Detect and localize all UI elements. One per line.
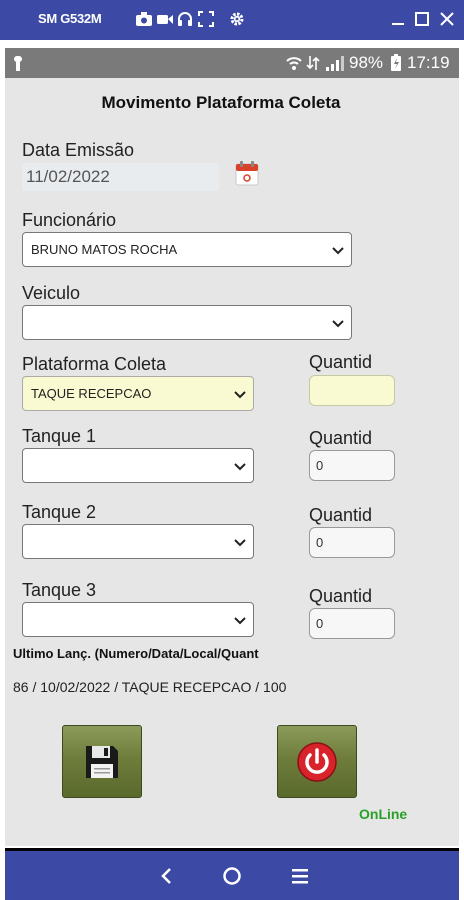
page-title: Movimento Plataforma Coleta	[101, 93, 341, 112]
back-icon[interactable]	[156, 865, 178, 887]
platform-label: Plataforma Coleta	[22, 354, 167, 374]
power-icon	[297, 741, 337, 782]
data-transfer-icon	[306, 56, 320, 70]
minimize-window-icon[interactable]	[390, 10, 406, 28]
tank-1-quantity-label: Quantid	[309, 428, 373, 448]
video-camera-icon[interactable]	[156, 10, 174, 28]
chevron-down-icon	[332, 320, 344, 328]
phone-status-bar: 98% 17:19	[5, 48, 459, 78]
tank-2-select[interactable]	[22, 524, 254, 559]
employee-label: Funcionário	[22, 210, 117, 230]
maximize-window-icon[interactable]	[414, 10, 430, 28]
tank-2-label: Tanque 2	[22, 502, 97, 522]
tank-3-quantity-label: Quantid	[309, 586, 373, 606]
chevron-down-icon	[234, 539, 246, 547]
last-entry-label: Ultimo Lanç. (Numero/Data/Local/Quant	[13, 646, 259, 661]
headphones-icon[interactable]	[176, 10, 194, 28]
tank-1-label: Tanque 1	[22, 426, 97, 446]
tank-3-select[interactable]	[22, 602, 254, 637]
chevron-down-icon	[234, 463, 246, 471]
tank-2-quantity-input[interactable]: 0	[309, 527, 395, 558]
platform-selected-value: TAQUE RECEPCAO	[31, 386, 152, 401]
calendar-icon[interactable]	[235, 161, 259, 186]
battery-percentage: 98%	[349, 53, 384, 72]
tank-3-label: Tanque 3	[22, 580, 97, 600]
battery-icon	[391, 54, 401, 71]
device-name: SM G532M	[38, 11, 102, 26]
frame-right-edge	[459, 40, 464, 848]
platform-quantity-input[interactable]	[309, 375, 395, 406]
signal-strength-icon	[326, 56, 344, 71]
chevron-down-icon	[234, 617, 246, 625]
settings-gear-icon[interactable]	[228, 10, 246, 28]
tank-1-select[interactable]	[22, 448, 254, 483]
close-window-icon[interactable]	[439, 10, 455, 28]
platform-select[interactable]: TAQUE RECEPCAO	[22, 376, 254, 411]
status-clock: 17:19	[407, 53, 450, 72]
vehicle-label: Veiculo	[22, 283, 81, 303]
chevron-down-icon	[332, 247, 344, 255]
mirror-title-bar: SM G532M	[0, 0, 464, 40]
wifi-icon	[286, 57, 302, 70]
home-icon[interactable]	[221, 865, 243, 887]
platform-quantity-label: Quantid	[309, 352, 373, 372]
camera-icon[interactable]	[135, 10, 153, 28]
android-nav-bar	[5, 851, 459, 900]
tank-3-quantity-input[interactable]: 0	[309, 608, 395, 639]
date-field[interactable]: 11/02/2022	[22, 163, 219, 191]
save-button[interactable]	[62, 725, 142, 798]
connection-status: OnLine	[359, 806, 408, 822]
notification-icon	[14, 56, 22, 71]
last-entry-value: 86 / 10/02/2022 / TAQUE RECEPCAO / 100	[13, 679, 287, 695]
employee-select[interactable]: BRUNO MATOS ROCHA	[22, 232, 352, 267]
fullscreen-icon[interactable]	[197, 10, 215, 28]
floppy-disk-icon	[86, 745, 118, 778]
vehicle-select[interactable]	[22, 305, 352, 340]
tank-1-quantity-input[interactable]: 0	[309, 450, 395, 481]
exit-button[interactable]	[277, 725, 357, 798]
menu-icon[interactable]	[289, 865, 311, 887]
chevron-down-icon	[234, 391, 246, 399]
tank-2-quantity-label: Quantid	[309, 505, 373, 525]
date-label: Data Emissão	[22, 140, 135, 160]
employee-selected-value: BRUNO MATOS ROCHA	[31, 242, 178, 257]
